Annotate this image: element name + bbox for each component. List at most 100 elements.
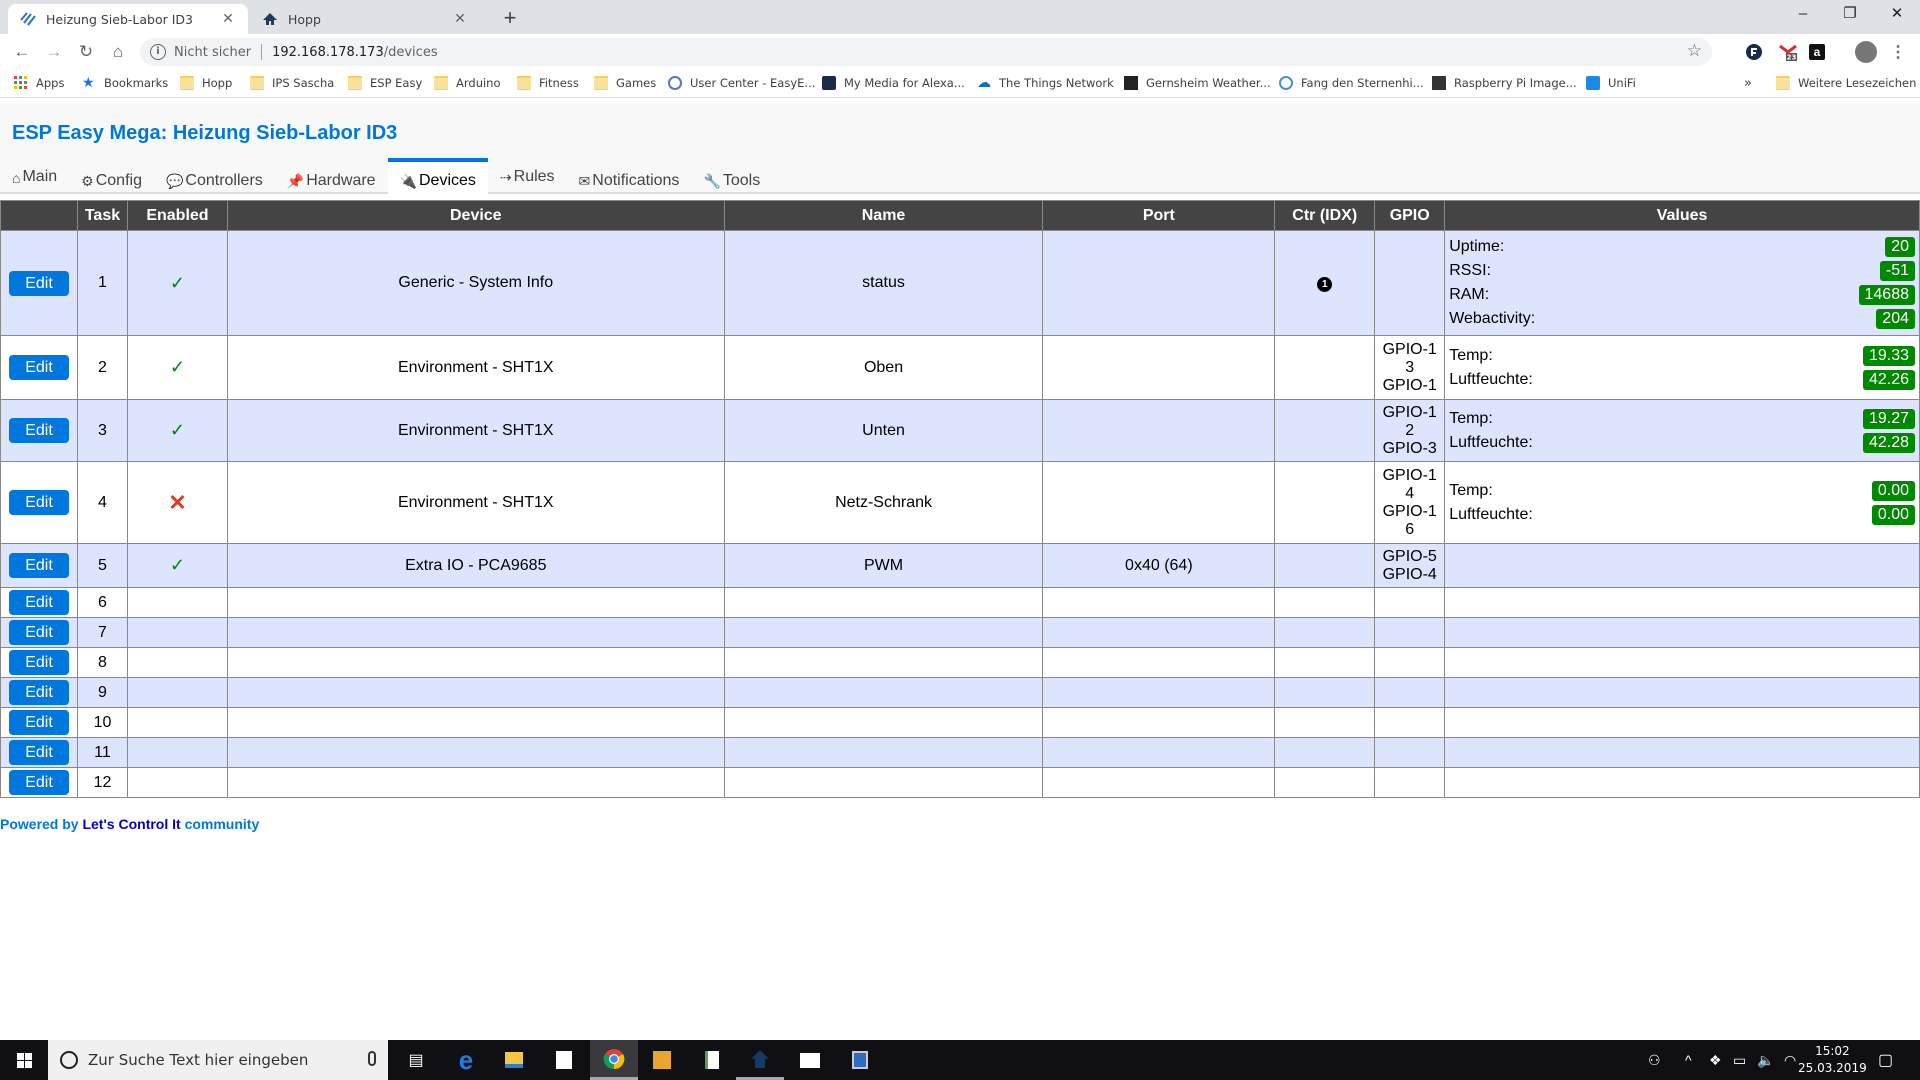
microphone-icon[interactable] bbox=[368, 1051, 376, 1066]
edit-button[interactable]: Edit bbox=[8, 740, 69, 765]
taskbar-search[interactable]: Zur Suche Text hier eingeben bbox=[48, 1040, 388, 1080]
edit-button[interactable]: Edit bbox=[8, 680, 69, 705]
bookmark-sternenhimmel[interactable]: Fang den Sternenhi... bbox=[1279, 76, 1424, 90]
table-row: Edit 2 ✓ Environment - SHT1X Oben GPIO-13 GPIO… bbox=[0, 335, 1920, 400]
menu-controllers[interactable]: 💬 Controllers bbox=[154, 160, 275, 196]
device-port bbox=[1042, 617, 1276, 648]
bookmark-bookmarks[interactable]: ★ Bookmarks bbox=[82, 76, 168, 90]
menu-main[interactable]: ⌂ Main bbox=[0, 160, 69, 196]
menu-config[interactable]: ⚙ Config bbox=[69, 160, 154, 196]
edit-button[interactable]: Edit bbox=[8, 590, 69, 615]
col-header-edit bbox=[0, 200, 78, 231]
profile-avatar[interactable] bbox=[1855, 41, 1877, 63]
remote-desktop-icon[interactable] bbox=[836, 1040, 884, 1080]
minimize-button[interactable]: – bbox=[1780, 0, 1826, 30]
controller-idx bbox=[1274, 543, 1376, 588]
bookmark-user-center[interactable]: User Center - EasyE... bbox=[668, 76, 815, 90]
devices-table: Task Enabled Device Name Port Ctr (IDX) … bbox=[0, 200, 1920, 798]
info-icon[interactable]: i bbox=[150, 44, 166, 60]
bookmark-raspberry[interactable]: Raspberry Pi Image... bbox=[1432, 76, 1577, 90]
bookmark-gernsheim[interactable]: Gernsheim Weather... bbox=[1124, 76, 1271, 90]
device-name bbox=[723, 707, 1044, 738]
people-icon[interactable]: ⚇ bbox=[1648, 1040, 1661, 1080]
edit-button[interactable]: Edit bbox=[8, 490, 69, 515]
bookmark-my-media[interactable]: My Media for Alexa... bbox=[822, 76, 965, 90]
address-bar[interactable]: i Nicht sicher 192.168.178.173/devices ☆ bbox=[140, 38, 1712, 66]
edit-button[interactable]: Edit bbox=[8, 553, 69, 578]
other-bookmarks[interactable]: Weitere Lesezeichen bbox=[1776, 76, 1916, 90]
clock[interactable]: 15:02 25.03.2019 bbox=[1798, 1043, 1867, 1077]
bookmark-esp-easy[interactable]: ESP Easy bbox=[348, 76, 422, 90]
footer: Powered by Let's Control It community bbox=[0, 816, 259, 832]
edit-button[interactable]: Edit bbox=[8, 270, 69, 296]
menu-hardware[interactable]: 📌 Hardware bbox=[275, 160, 388, 196]
bookmark-star-icon[interactable]: ☆ bbox=[1687, 41, 1702, 61]
edit-button[interactable]: Edit bbox=[8, 710, 69, 735]
edit-cell: Edit bbox=[0, 617, 78, 648]
paint-icon[interactable] bbox=[688, 1040, 736, 1080]
home-button-icon[interactable]: ⌂ bbox=[106, 40, 130, 64]
gmail-icon[interactable]: 23 bbox=[1778, 42, 1798, 62]
home-app-icon[interactable] bbox=[736, 1040, 784, 1080]
task-number: 12 bbox=[76, 767, 128, 798]
menu-notifications[interactable]: ✉ Notifications bbox=[567, 160, 692, 196]
bookmark-ips-sascha[interactable]: IPS Sascha bbox=[250, 76, 334, 90]
task-view-icon[interactable]: ▤ bbox=[392, 1040, 440, 1080]
forward-icon[interactable]: → bbox=[42, 40, 66, 64]
start-button[interactable] bbox=[0, 1040, 48, 1080]
amazon-icon[interactable]: a bbox=[1809, 44, 1825, 60]
menu-tools[interactable]: 🔧 Tools bbox=[691, 160, 772, 196]
privacy-extension-icon[interactable] bbox=[1744, 42, 1764, 62]
bookmark-apps[interactable]: Apps bbox=[14, 76, 64, 90]
bookmark-fitness[interactable]: Fitness bbox=[517, 76, 579, 90]
store-icon[interactable] bbox=[540, 1040, 588, 1080]
battery-icon[interactable]: ▭ bbox=[1733, 1040, 1746, 1080]
footer-suffix: community bbox=[180, 816, 260, 832]
volume-icon[interactable]: 🔈 bbox=[1757, 1040, 1774, 1080]
controller-idx bbox=[1274, 399, 1376, 462]
footer-link[interactable]: Let's Control It bbox=[82, 816, 180, 832]
dropbox-icon[interactable]: ❖ bbox=[1709, 1040, 1722, 1080]
value-row: Webactivity: 204 bbox=[1449, 307, 1915, 331]
value-badge: 0.00 bbox=[1871, 504, 1915, 525]
bookmark-hopp[interactable]: Hopp bbox=[180, 76, 232, 90]
bookmark-games[interactable]: Games bbox=[594, 76, 656, 90]
show-hidden-icons[interactable]: ^ bbox=[1685, 1040, 1692, 1080]
action-center-icon[interactable]: ▢ bbox=[1878, 1040, 1893, 1080]
controller-idx bbox=[1274, 617, 1376, 648]
notes-icon[interactable] bbox=[638, 1040, 686, 1080]
edit-button[interactable]: Edit bbox=[8, 620, 69, 645]
tab-close-icon[interactable]: ✕ bbox=[452, 11, 468, 27]
device-port bbox=[1042, 767, 1276, 798]
chrome-menu-icon[interactable]: ⋮ bbox=[1888, 42, 1908, 62]
tab-heizung[interactable]: Heizung Sieb-Labor ID3 ✕ bbox=[8, 4, 248, 34]
close-window-button[interactable]: ✕ bbox=[1874, 0, 1920, 30]
bookmarks-overflow-button[interactable]: » bbox=[1744, 76, 1752, 91]
bookmark-things-network[interactable]: ☁ The Things Network bbox=[977, 76, 1114, 90]
enabled-cell: ✓ bbox=[126, 543, 228, 588]
bookmark-label: Games bbox=[616, 76, 657, 90]
edit-button[interactable]: Edit bbox=[8, 418, 69, 443]
check-icon: ✓ bbox=[169, 272, 185, 293]
device-name: Netz-Schrank bbox=[723, 461, 1044, 544]
bookmark-arduino[interactable]: Arduino bbox=[434, 76, 501, 90]
cortana-icon bbox=[60, 1051, 78, 1069]
reload-icon[interactable]: ↻ bbox=[74, 40, 98, 64]
edit-button[interactable]: Edit bbox=[8, 355, 69, 380]
file-explorer-icon[interactable] bbox=[490, 1040, 538, 1080]
bookmark-unifi[interactable]: UniFi bbox=[1586, 76, 1636, 90]
new-tab-button[interactable]: + bbox=[498, 5, 522, 31]
mail-icon[interactable] bbox=[786, 1040, 834, 1080]
back-icon[interactable]: ← bbox=[10, 40, 34, 64]
edit-button[interactable]: Edit bbox=[8, 770, 69, 795]
edit-button[interactable]: Edit bbox=[8, 650, 69, 675]
edge-icon[interactable]: e bbox=[442, 1040, 490, 1080]
chrome-icon[interactable] bbox=[590, 1040, 638, 1080]
wifi-icon[interactable]: ◠ bbox=[1784, 1040, 1796, 1080]
menu-rules[interactable]: ⇢ Rules bbox=[488, 160, 567, 196]
tab-hopp[interactable]: Hopp ✕ bbox=[250, 4, 480, 34]
menu-devices[interactable]: 🔌 Devices bbox=[387, 158, 488, 196]
tab-close-icon[interactable]: ✕ bbox=[220, 11, 236, 27]
col-header-enabled: Enabled bbox=[126, 200, 228, 231]
maximize-button[interactable]: ❐ bbox=[1827, 0, 1873, 30]
